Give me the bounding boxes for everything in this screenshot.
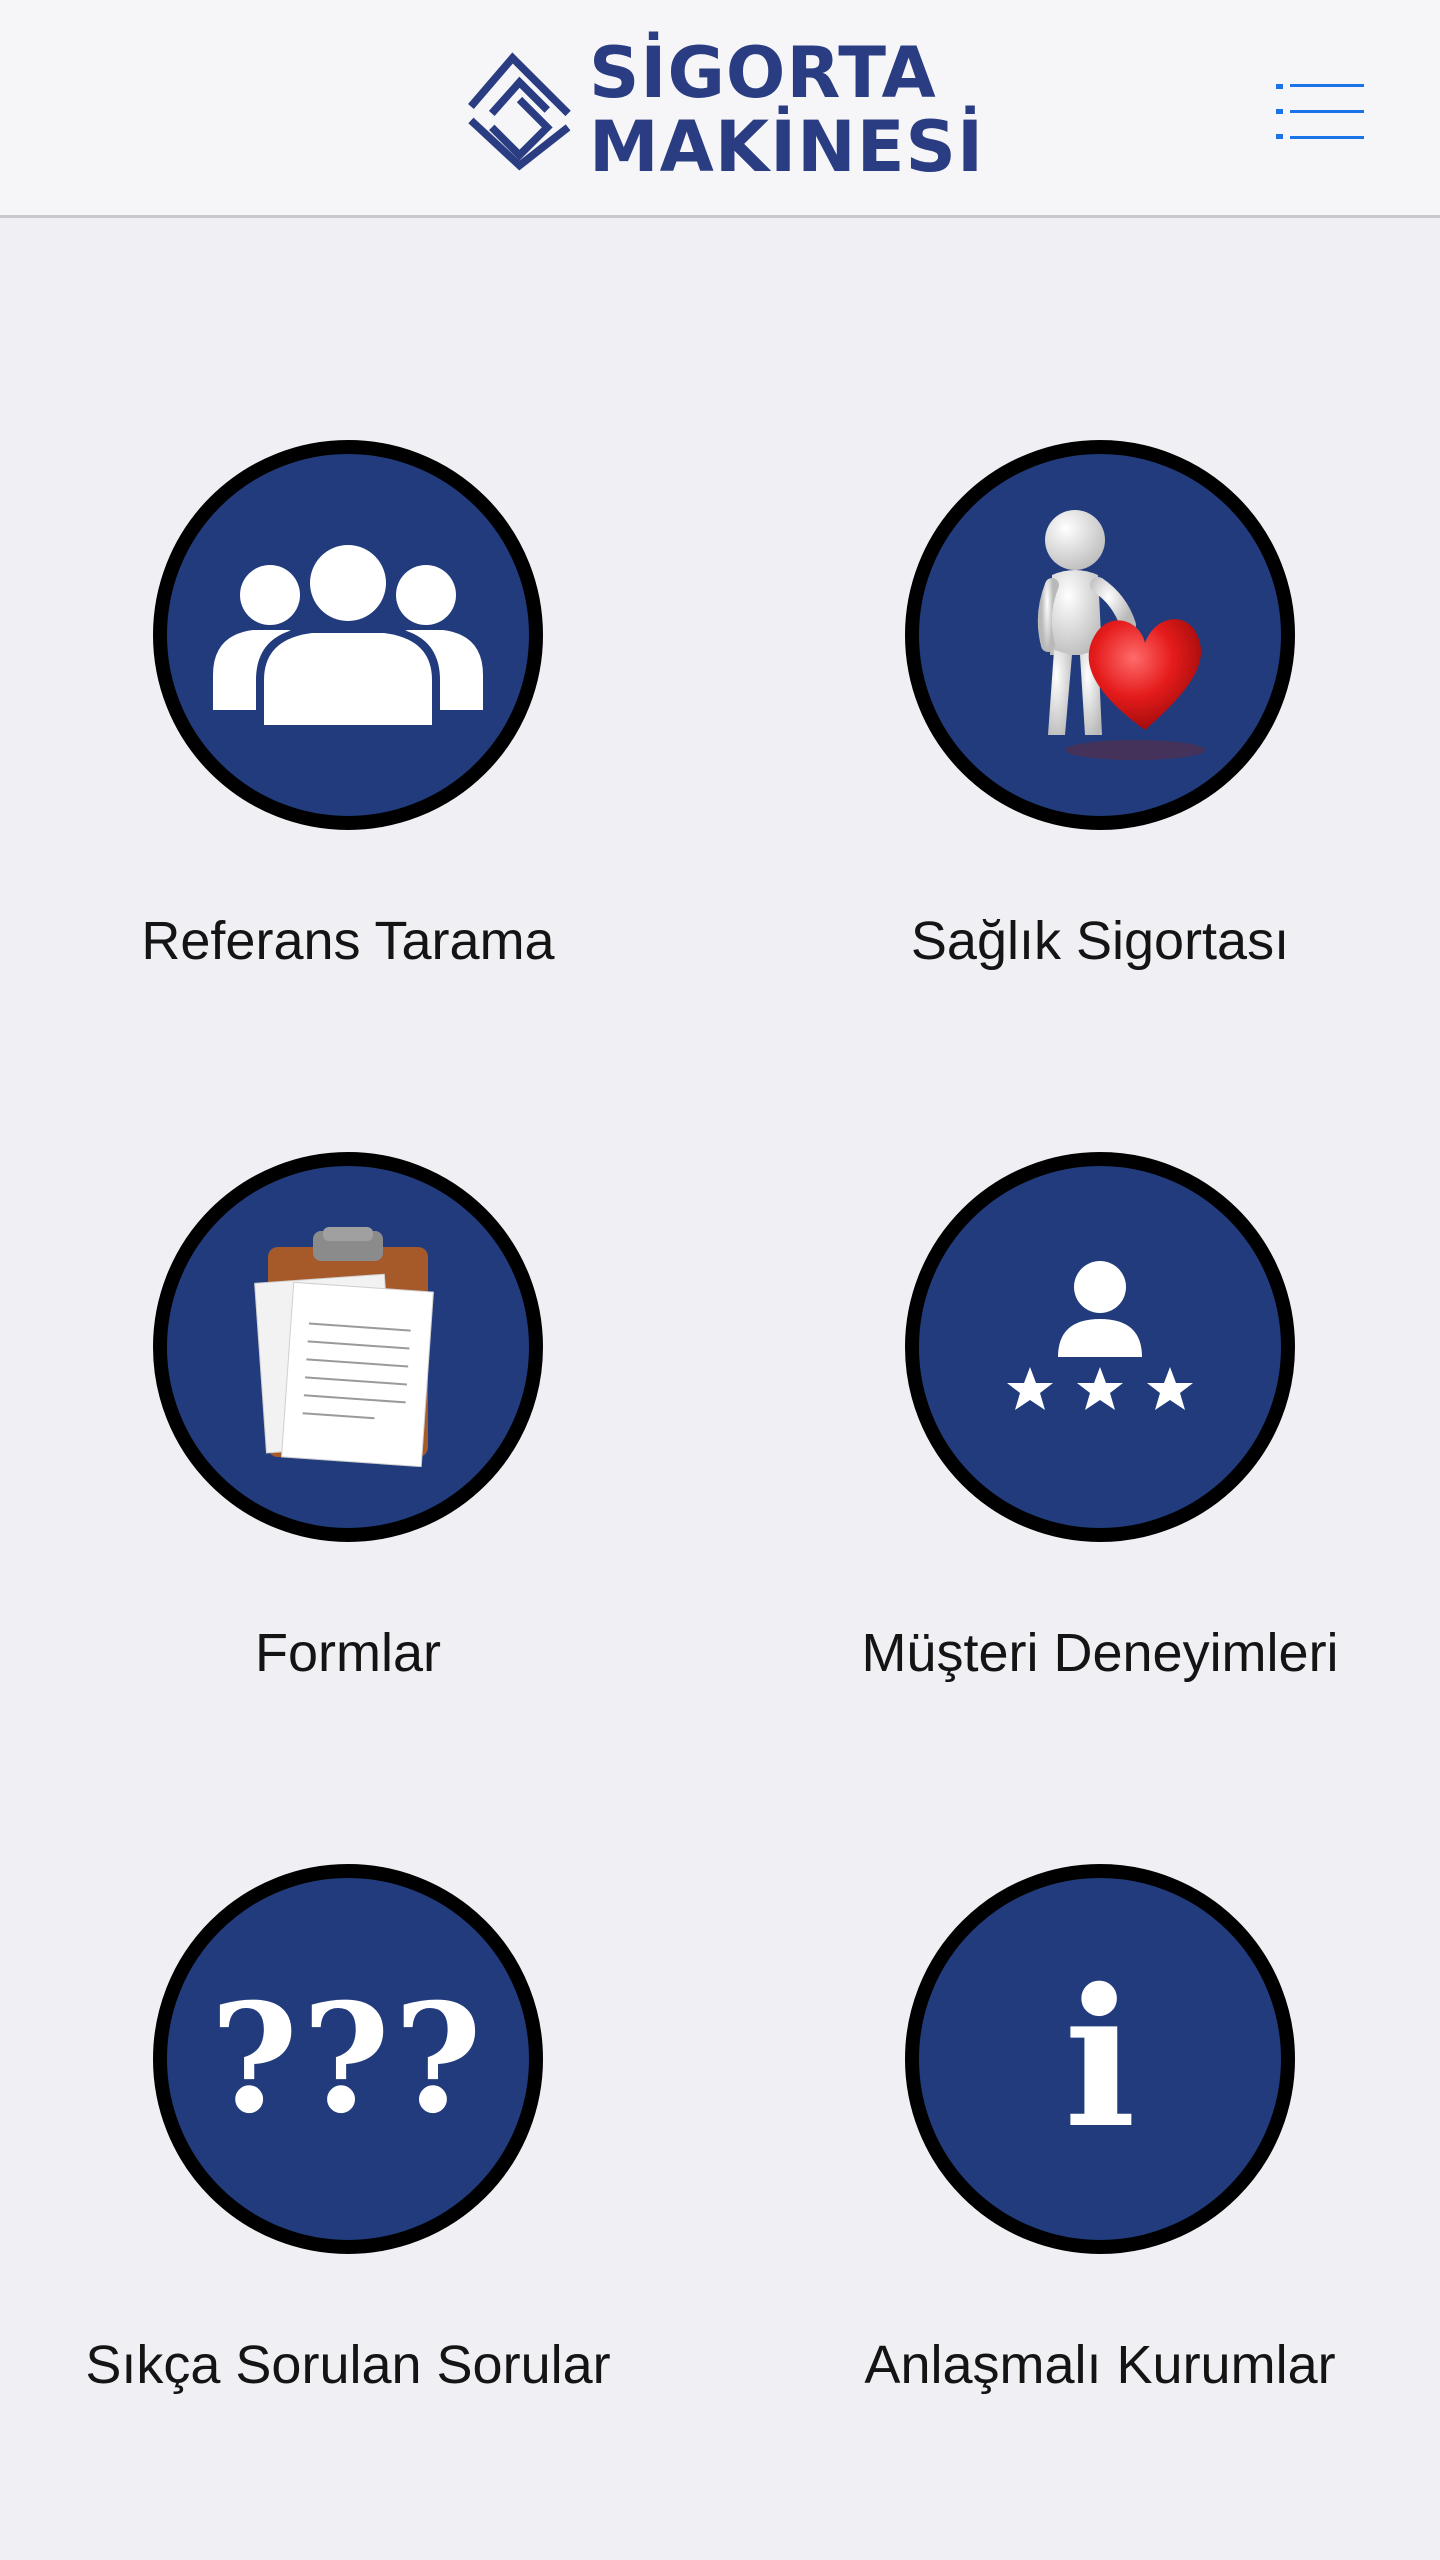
tile-label: Formlar xyxy=(255,1623,441,1683)
clipboard-documents-icon xyxy=(254,1227,434,1467)
tile-anlasmali-kurumlar[interactable]: i Anlaşmalı Kurumlar xyxy=(785,1864,1405,2464)
brand-logo[interactable]: SİGORTA MAKİNESİ xyxy=(464,22,984,197)
list-menu-icon xyxy=(1276,84,1364,139)
tile-label: Anlaşmalı Kurumlar xyxy=(864,2335,1336,2395)
tile-referans-tarama[interactable]: Referans Tarama xyxy=(33,440,653,1040)
tile-circle xyxy=(153,1152,543,1542)
tile-circle: i xyxy=(905,1864,1295,2254)
logo-line-1: SİGORTA xyxy=(589,31,937,114)
app-header: SİGORTA MAKİNESİ xyxy=(0,0,1440,218)
tile-sikca-sorulan-sorular[interactable]: ??? Sıkça Sorulan Sorular xyxy=(33,1864,653,2464)
question-marks-icon: ??? xyxy=(210,1971,486,2147)
tile-musteri-deneyimleri[interactable]: Müşteri Deneyimleri xyxy=(785,1152,1405,1752)
person-with-heart-icon xyxy=(1037,510,1205,760)
tile-saglik-sigortasi[interactable]: Sağlık Sigortası xyxy=(785,440,1405,1040)
tile-circle xyxy=(153,440,543,830)
logo-line-2: MAKİNESİ xyxy=(589,105,984,188)
logo-text: SİGORTA MAKİNESİ xyxy=(589,36,984,184)
user-rating-stars-icon xyxy=(1007,1261,1193,1410)
tile-circle: ??? xyxy=(153,1864,543,2254)
info-icon: i xyxy=(1063,1947,1137,2170)
logo-mark-icon xyxy=(468,51,571,171)
tile-label: Referans Tarama xyxy=(141,911,555,971)
tile-circle xyxy=(905,440,1295,830)
tile-label: Sağlık Sigortası xyxy=(910,911,1290,971)
tile-circle xyxy=(905,1152,1295,1542)
tile-formlar[interactable]: Formlar xyxy=(33,1152,653,1752)
people-group-icon xyxy=(213,539,483,730)
menu-button[interactable] xyxy=(1276,80,1366,144)
tile-label: Sıkça Sorulan Sorular xyxy=(85,2335,611,2395)
tile-label: Müşteri Deneyimleri xyxy=(861,1623,1339,1683)
